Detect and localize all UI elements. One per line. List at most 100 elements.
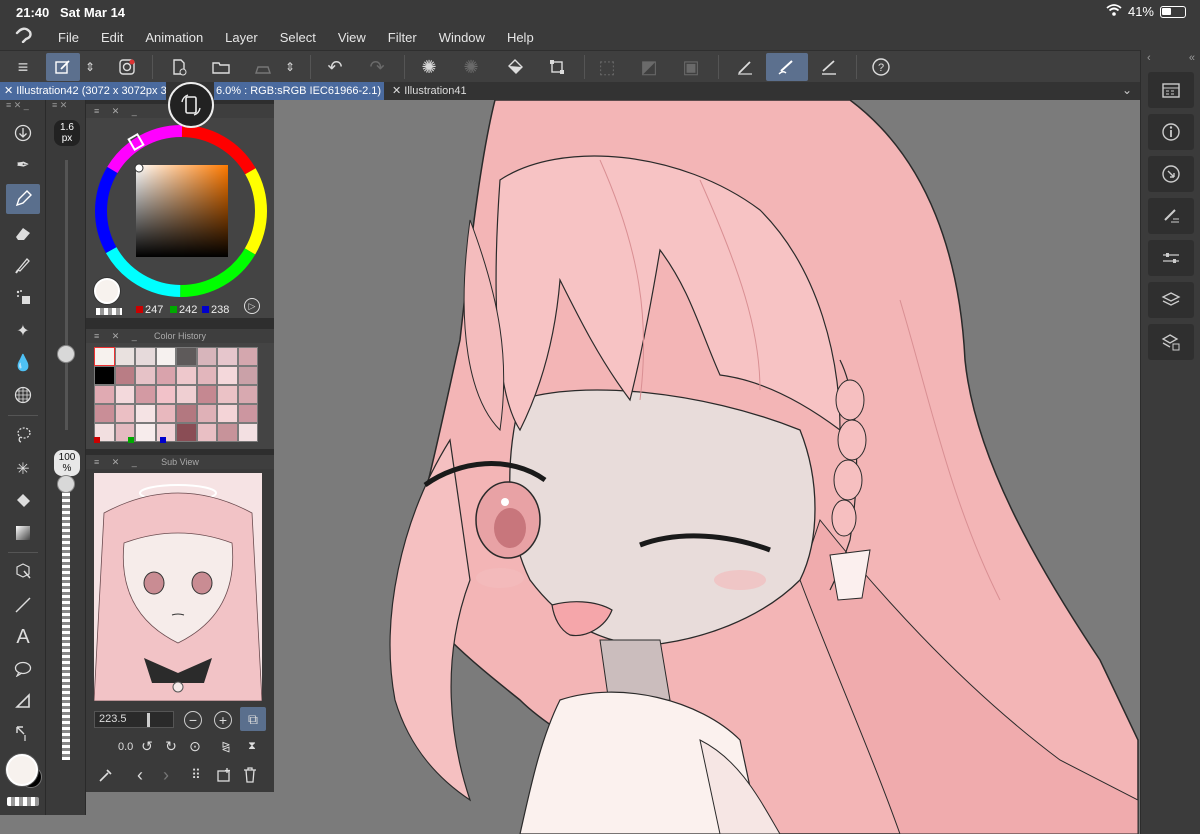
color-swatch[interactable] — [176, 404, 197, 423]
color-swatch[interactable] — [94, 347, 115, 366]
main-sub-color-icon[interactable] — [4, 752, 44, 792]
tab-illustration42-info[interactable]: 6.0% : RGB:sRGB IEC61966-2.1) — [214, 82, 384, 100]
save-icon[interactable] — [246, 53, 280, 81]
color-swatch[interactable] — [196, 347, 217, 366]
color-swatch[interactable] — [196, 404, 217, 423]
color-swatch[interactable] — [217, 347, 238, 366]
menu-help[interactable]: Help — [507, 30, 534, 45]
color-swatch[interactable] — [217, 404, 238, 423]
blend-tool-icon[interactable]: 💧 — [6, 348, 40, 378]
collapse-arrows[interactable]: ‹ « — [1141, 52, 1200, 66]
app-logo-icon[interactable] — [14, 27, 44, 48]
import-image-icon[interactable] — [214, 765, 234, 785]
loading-icon[interactable]: ✺ — [412, 53, 446, 81]
line-tool-icon[interactable] — [6, 590, 40, 620]
spiral-icon[interactable] — [110, 53, 144, 81]
color-swatch[interactable] — [135, 404, 156, 423]
info-icon[interactable] — [1148, 114, 1194, 150]
redo-icon[interactable]: ↷ — [360, 53, 394, 81]
brush-size-slider-track[interactable] — [65, 160, 68, 430]
color-swatch[interactable] — [176, 385, 197, 404]
zoom-slider-knob[interactable] — [147, 713, 150, 727]
close-icon[interactable]: ✕ — [392, 85, 404, 97]
double-chevron-left-icon[interactable]: « — [1189, 52, 1195, 64]
tool-property-icon[interactable] — [1148, 198, 1194, 234]
layers-icon[interactable] — [1148, 282, 1194, 318]
object-tool-icon[interactable] — [6, 556, 40, 586]
color-swatch[interactable] — [176, 366, 197, 385]
color-swatch[interactable] — [217, 366, 238, 385]
brush-size-slider-knob[interactable] — [57, 345, 75, 364]
color-swatch[interactable] — [135, 366, 156, 385]
transparent-color-icon[interactable] — [96, 308, 122, 315]
transparent-color-icon[interactable] — [7, 797, 39, 806]
sliders-icon[interactable] — [1148, 240, 1194, 276]
color-swatch[interactable] — [135, 347, 156, 366]
decoration-tool-icon[interactable]: ✦ — [6, 316, 40, 346]
color-swatch[interactable] — [135, 385, 156, 404]
menu-view[interactable]: View — [338, 30, 366, 45]
frame-tool-icon[interactable] — [6, 686, 40, 716]
opacity-slider-knob[interactable] — [57, 475, 75, 493]
select-border-icon[interactable]: ▣ — [674, 53, 708, 81]
color-swatch[interactable] — [135, 423, 156, 442]
fit-view-icon[interactable]: ⧉ — [240, 707, 266, 731]
open-folder-icon[interactable] — [204, 53, 238, 81]
close-icon[interactable]: ✕ — [4, 85, 16, 97]
quick-access-rotate-button[interactable] — [168, 82, 214, 128]
color-swatch[interactable] — [155, 366, 176, 385]
color-swatch[interactable] — [217, 423, 238, 442]
chevron-left-icon[interactable]: ‹ — [130, 765, 150, 785]
brush-icon[interactable] — [766, 53, 808, 81]
rotate-left-icon[interactable]: ↺ — [138, 737, 156, 755]
rotate-right-icon[interactable]: ↻ — [162, 737, 180, 755]
color-swatch[interactable] — [237, 347, 258, 366]
pen-tool-icon[interactable]: ✒ — [6, 150, 40, 180]
pen-settings-icon[interactable] — [728, 53, 762, 81]
invert-select-icon[interactable]: ◩ — [632, 53, 666, 81]
loading-dim-icon[interactable]: ✺ — [454, 53, 488, 81]
balloon-tool-icon[interactable] — [6, 654, 40, 684]
opacity-slider-track[interactable] — [62, 484, 70, 760]
transform-icon[interactable] — [540, 53, 574, 81]
panel-controls[interactable]: ≡ ✕ — [46, 100, 85, 112]
menu-filter[interactable]: Filter — [388, 30, 417, 45]
text-tool-icon[interactable]: A — [6, 622, 40, 652]
mesh-grid-icon[interactable] — [6, 380, 40, 410]
airbrush-tool-icon[interactable] — [6, 282, 40, 312]
color-swatch[interactable] — [217, 385, 238, 404]
search-navigator-icon[interactable] — [1148, 156, 1194, 192]
menu-animation[interactable]: Animation — [145, 30, 203, 45]
chevron-right-icon[interactable]: › — [156, 765, 176, 785]
fill-tool-icon[interactable] — [6, 486, 40, 516]
chevron-left-icon[interactable]: ‹ — [1147, 52, 1151, 64]
flip-horizontal-icon[interactable]: ⧎ — [216, 737, 236, 755]
up-down-icon[interactable]: ⇕ — [80, 53, 100, 81]
color-swatch[interactable] — [94, 404, 115, 423]
current-color-swatch[interactable] — [94, 278, 120, 304]
color-swatch[interactable] — [237, 423, 258, 442]
pencil-tool-icon[interactable] — [6, 184, 40, 214]
undo-icon[interactable]: ↶ — [318, 53, 352, 81]
color-swatch[interactable] — [114, 347, 135, 366]
panel-controls[interactable]: ≡ ✕ _ — [0, 100, 45, 112]
trash-icon[interactable] — [240, 765, 260, 785]
layer-property-icon[interactable] — [1148, 324, 1194, 360]
ruler-pen-icon[interactable] — [812, 53, 846, 81]
reset-rotation-icon[interactable]: ⊙ — [186, 737, 204, 755]
color-swatch[interactable] — [196, 366, 217, 385]
eyedropper-icon[interactable] — [96, 765, 116, 785]
color-swatch[interactable] — [237, 385, 258, 404]
color-swatch[interactable] — [196, 385, 217, 404]
zoom-field[interactable]: 223.5 — [94, 711, 174, 728]
menu-edit[interactable]: Edit — [101, 30, 123, 45]
color-swatch[interactable] — [94, 366, 115, 385]
calendar-icon[interactable] — [1148, 72, 1194, 108]
color-swatch[interactable] — [94, 385, 115, 404]
color-swatch[interactable] — [196, 423, 217, 442]
help-icon[interactable]: ? — [864, 53, 898, 81]
grid-icon[interactable]: ⠿ — [186, 765, 206, 785]
move-down-icon[interactable] — [6, 118, 40, 148]
tab-illustration42[interactable]: ✕ Illustration42 (3072 x 3072px 3 — [0, 82, 166, 100]
menu-select[interactable]: Select — [280, 30, 316, 45]
